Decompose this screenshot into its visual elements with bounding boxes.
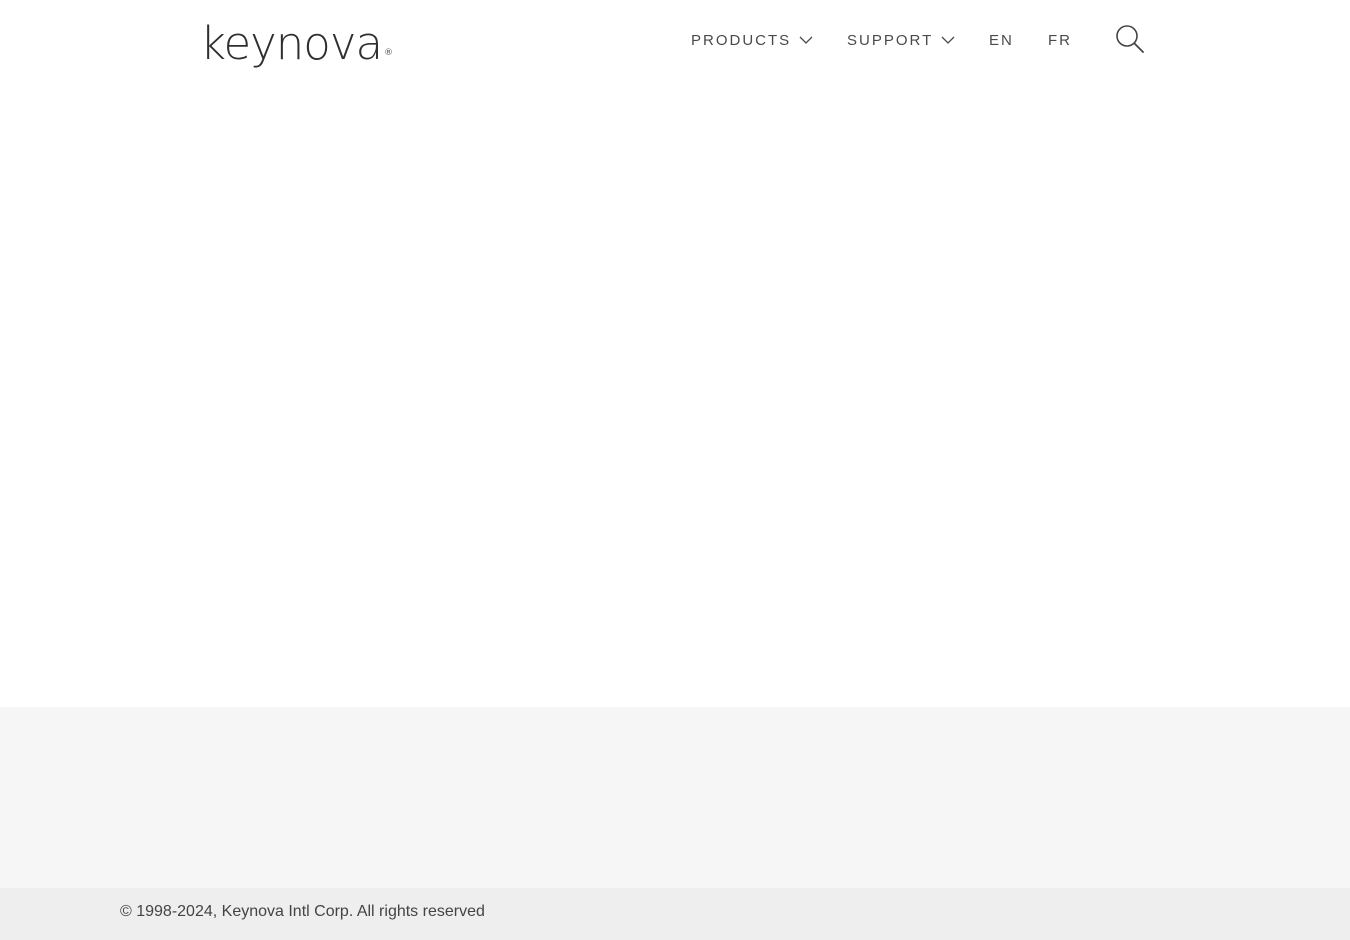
- lang-en-label: EN: [989, 31, 1014, 49]
- lang-en-link[interactable]: EN: [989, 28, 1014, 52]
- nav-products-label: PRODUCTS: [691, 31, 792, 49]
- nav-support-label: SUPPORT: [847, 31, 934, 49]
- nav-products[interactable]: PRODUCTS: [691, 28, 813, 52]
- chevron-down-icon: [799, 36, 813, 44]
- lang-fr-label: FR: [1048, 31, 1072, 49]
- search-icon[interactable]: [1114, 23, 1146, 55]
- logo-text: keynova: [200, 17, 383, 70]
- lang-fr-link[interactable]: FR: [1048, 28, 1072, 52]
- main-content: [0, 80, 1350, 707]
- chevron-down-icon: [941, 36, 955, 44]
- logo-link[interactable]: keynova ®: [200, 10, 393, 70]
- site-footer: © 1998-2024, Keynova Intl Corp. All righ…: [0, 888, 1350, 940]
- site-header: keynova ® PRODUCTS SUPPORT EN FR: [0, 0, 1350, 80]
- footer-band: [0, 707, 1350, 888]
- nav-support[interactable]: SUPPORT: [847, 28, 955, 52]
- logo-registered-mark: ®: [384, 48, 394, 58]
- copyright-text: © 1998-2024, Keynova Intl Corp. All righ…: [120, 903, 485, 920]
